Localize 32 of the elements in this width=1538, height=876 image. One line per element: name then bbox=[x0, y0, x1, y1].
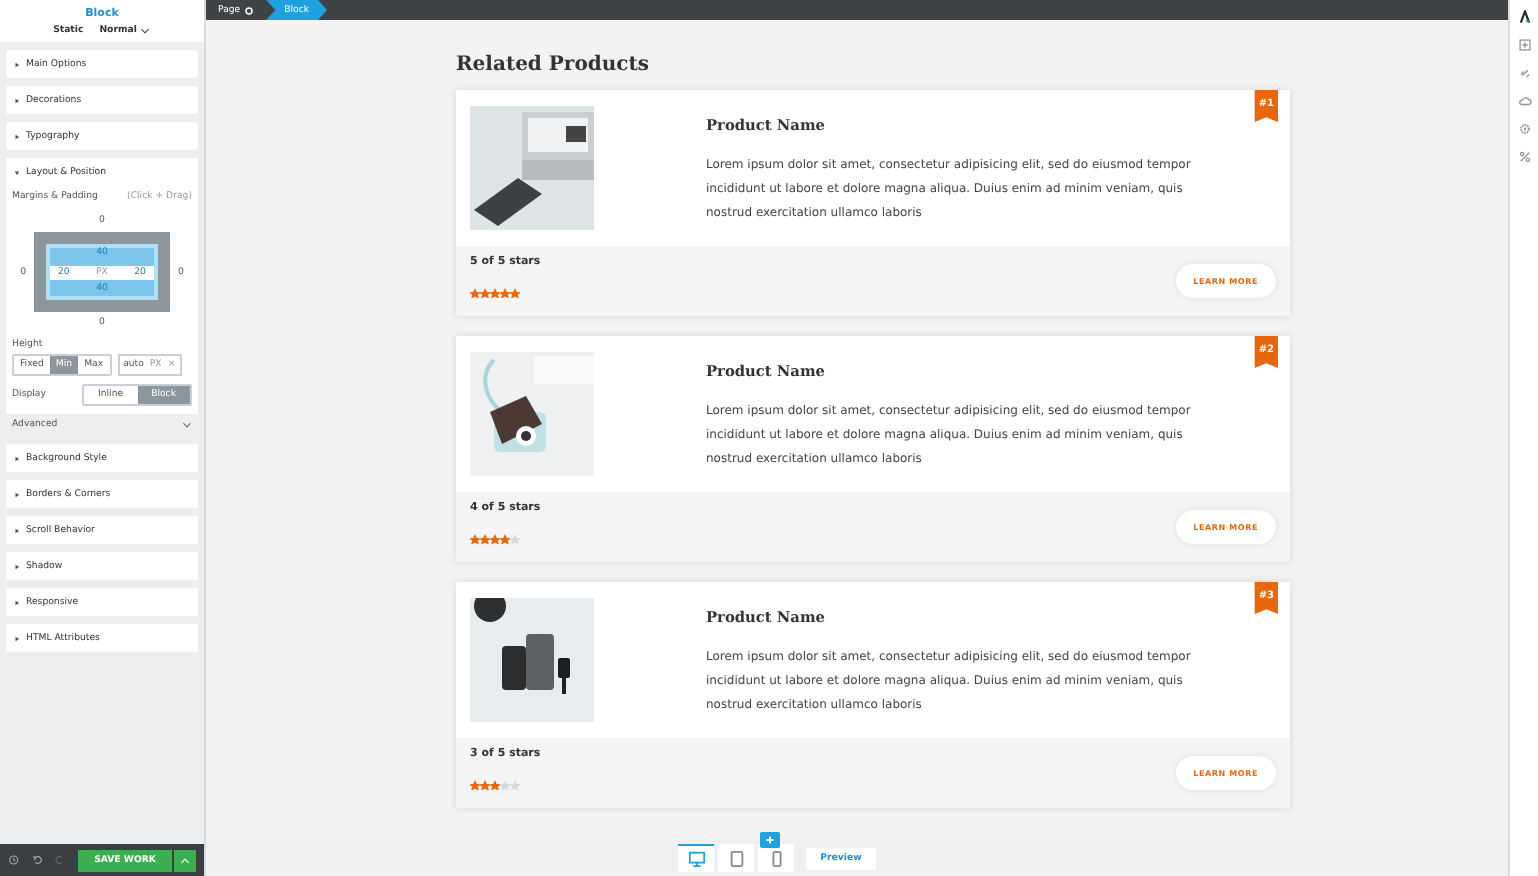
save-options-button[interactable] bbox=[174, 849, 196, 871]
caret-icon bbox=[180, 857, 190, 863]
tablet-icon bbox=[727, 849, 746, 867]
chevron-icon bbox=[182, 422, 192, 428]
caret-icon bbox=[14, 599, 20, 605]
caret-icon bbox=[14, 527, 20, 533]
add-button[interactable] bbox=[760, 832, 781, 848]
tablet-view-button[interactable] bbox=[718, 844, 755, 872]
caret-icon bbox=[14, 635, 20, 641]
phone-view-button[interactable] bbox=[758, 844, 795, 872]
monitor-icon bbox=[687, 850, 706, 868]
caret-icon bbox=[14, 61, 20, 67]
caret-icon bbox=[14, 97, 20, 103]
redo-icon[interactable] bbox=[54, 854, 67, 866]
link-icon[interactable] bbox=[1517, 66, 1531, 80]
settings-icon[interactable] bbox=[1517, 122, 1531, 136]
chevron-icon bbox=[140, 28, 151, 34]
undo-icon[interactable] bbox=[31, 854, 43, 866]
caret-icon bbox=[14, 455, 20, 461]
add-element-icon[interactable] bbox=[1517, 38, 1531, 52]
settings-icon bbox=[244, 5, 255, 15]
phone-icon bbox=[767, 849, 786, 867]
caret-icon bbox=[14, 133, 20, 139]
caret-icon bbox=[14, 169, 20, 175]
desktop-view-button[interactable] bbox=[678, 844, 715, 872]
caret-icon bbox=[14, 491, 20, 497]
caret-icon bbox=[14, 563, 20, 569]
section-heading: Related Products bbox=[456, 54, 651, 76]
cloud-icon[interactable] bbox=[1517, 94, 1531, 108]
percent-icon[interactable] bbox=[1517, 150, 1531, 164]
logo-icon[interactable] bbox=[1517, 10, 1531, 24]
history-icon[interactable] bbox=[8, 854, 20, 866]
